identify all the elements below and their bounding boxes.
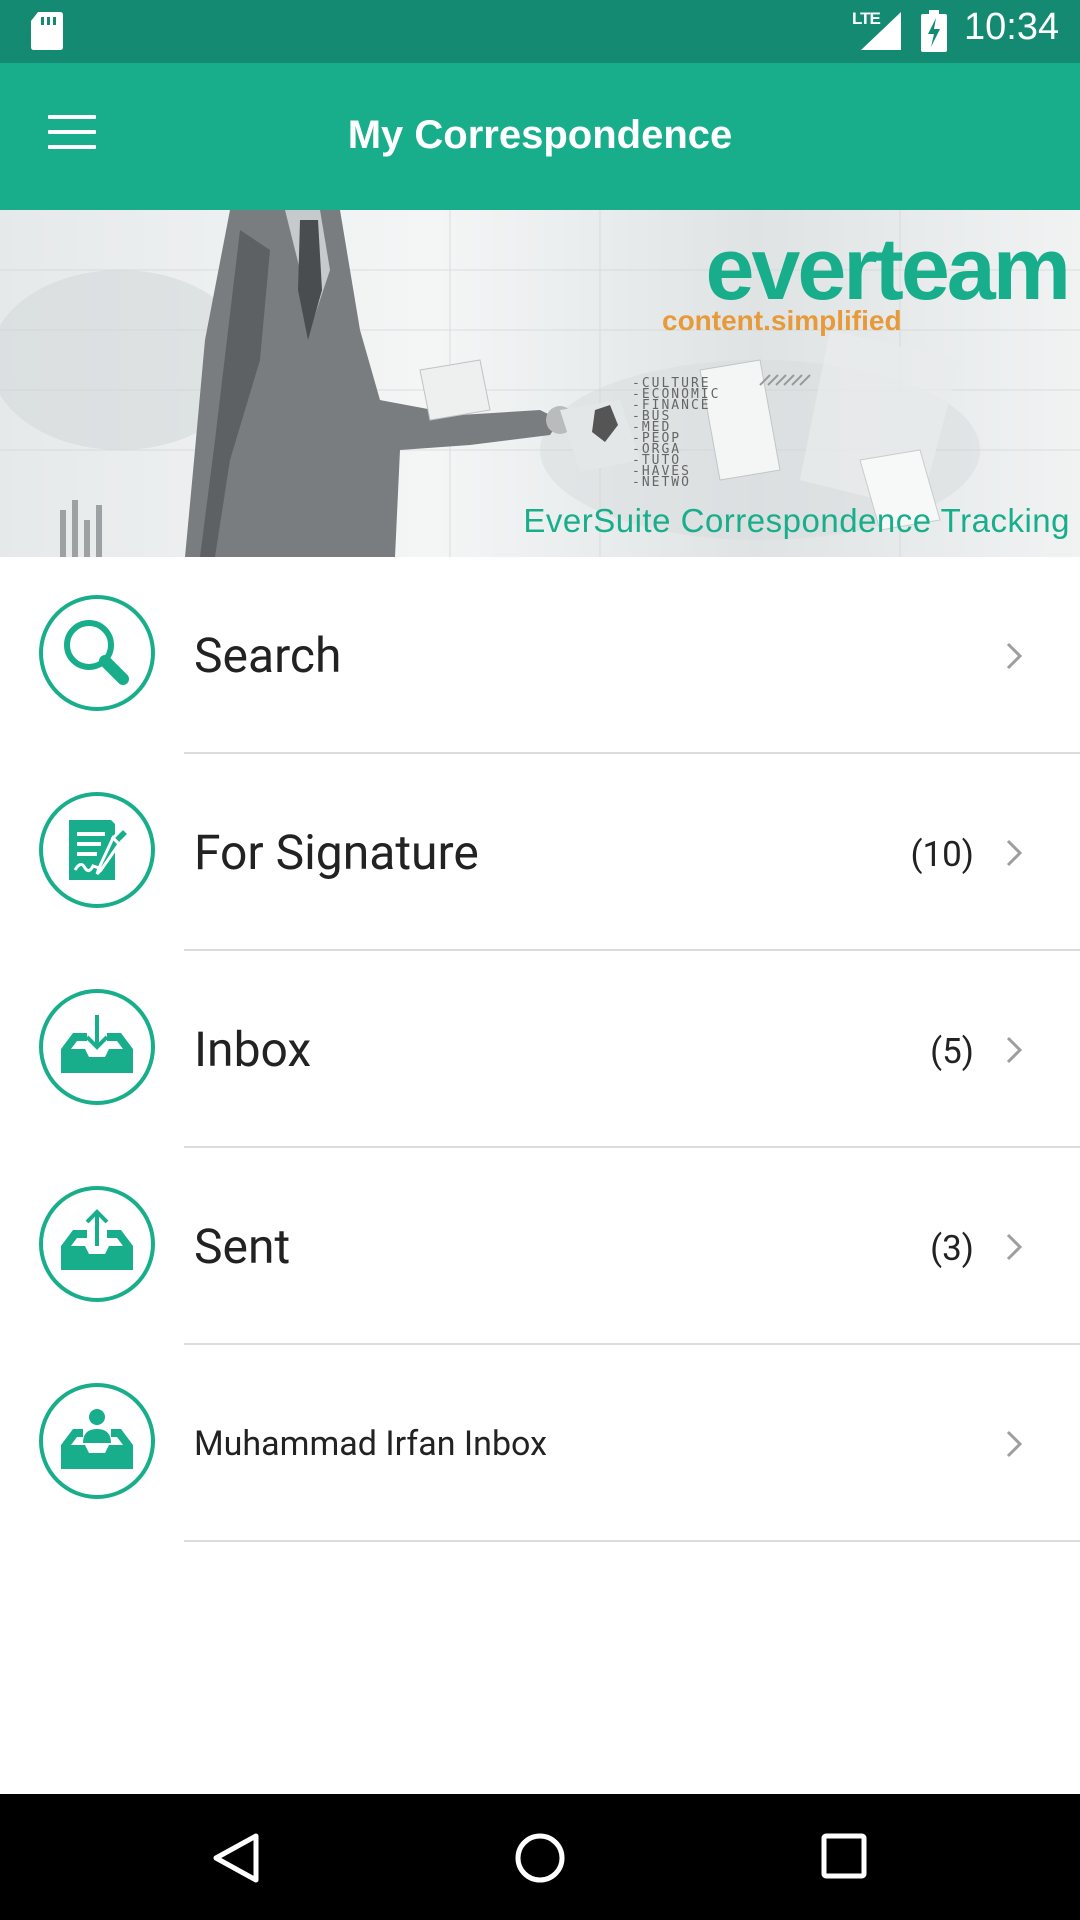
menu-item-count: (5)	[930, 1031, 974, 1072]
navigation-bar	[0, 1794, 1080, 1920]
menu-item-count: (10)	[910, 834, 974, 875]
banner-word-stack: -CULTURE -ECONOMIC -FINANCE -BUS -MED -P…	[632, 376, 721, 490]
menu-list: Search For Signature (10) Inbox (5) Sent…	[0, 557, 1080, 1542]
menu-item-label: Inbox	[194, 1021, 312, 1078]
status-bar: LTE 10:34	[0, 0, 1080, 63]
banner-image: -CULTURE -ECONOMIC -FINANCE -BUS -MED -P…	[0, 210, 1080, 557]
menu-item-label: For Signature	[194, 824, 479, 881]
back-triangle-icon[interactable]	[212, 1832, 260, 1884]
signature-document-icon	[39, 792, 155, 908]
menu-item-search[interactable]: Search	[0, 557, 1080, 754]
app-bar: My Correspondence	[0, 63, 1080, 210]
inbox-download-icon	[39, 989, 155, 1105]
menu-item-label: Muhammad Irfan Inbox	[194, 1424, 547, 1464]
user-inbox-icon	[39, 1383, 155, 1499]
menu-item-label: Sent	[194, 1218, 291, 1275]
divider	[184, 1540, 1080, 1542]
signal-icon	[861, 12, 901, 50]
outbox-upload-icon	[39, 1186, 155, 1302]
chevron-right-icon	[1006, 1036, 1023, 1064]
chevron-right-icon	[1006, 1233, 1023, 1261]
clock: 10:34	[964, 6, 1060, 48]
recents-square-icon[interactable]	[820, 1832, 868, 1880]
battery-charging-icon	[921, 10, 947, 52]
sd-card-icon	[31, 12, 63, 50]
menu-item-for-signature[interactable]: For Signature (10)	[0, 754, 1080, 951]
chevron-right-icon	[1006, 839, 1023, 867]
menu-item-count: (3)	[930, 1228, 974, 1269]
menu-item-user-inbox[interactable]: Muhammad Irfan Inbox	[0, 1345, 1080, 1542]
search-icon	[39, 595, 155, 711]
brand-subtitle: content.simplified	[662, 305, 902, 336]
menu-item-sent[interactable]: Sent (3)	[0, 1148, 1080, 1345]
home-circle-icon[interactable]	[514, 1832, 566, 1884]
chevron-right-icon	[1006, 642, 1023, 670]
menu-item-inbox[interactable]: Inbox (5)	[0, 951, 1080, 1148]
menu-item-label: Search	[194, 627, 342, 684]
page-title: My Correspondence	[347, 113, 733, 157]
chevron-right-icon	[1006, 1430, 1023, 1458]
banner-tagline: EverSuite Correspondence Tracking	[523, 502, 1070, 539]
